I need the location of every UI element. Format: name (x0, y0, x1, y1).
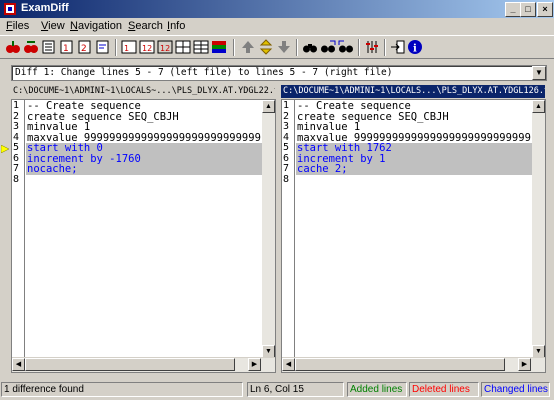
right-file-path: C:\DOCUME~1\ADMINI~1\LOCALS...\PLS_DLYX.… (281, 85, 545, 98)
view-both-icon[interactable]: 12 (157, 39, 173, 55)
code-line: -- Create sequence (27, 100, 141, 112)
menu-files[interactable]: Files (6, 20, 29, 32)
print-icon[interactable] (95, 39, 111, 55)
line-number: 3 (13, 121, 20, 132)
line-number: 5 (283, 142, 290, 153)
current-diff-marker-icon (1, 145, 9, 153)
view-left-icon[interactable]: 1 (121, 39, 137, 55)
svg-text:1: 1 (124, 44, 129, 53)
first-diff-icon[interactable] (240, 39, 256, 55)
close-button[interactable]: × (537, 2, 553, 17)
svg-text:12: 12 (142, 44, 152, 53)
changed-line: start with 1762 (296, 143, 532, 154)
left-pane[interactable]: 12345678 -- Create sequence create sequen… (11, 99, 276, 373)
next-diff-icon[interactable] (276, 39, 292, 55)
recompare-icon[interactable] (41, 39, 57, 55)
compare-icon[interactable] (23, 39, 39, 55)
right-line-numbers: 12345678 (282, 100, 295, 358)
cursor-position: Ln 6, Col 15 (247, 382, 344, 397)
menu-info[interactable]: Info (167, 20, 185, 32)
menu-bar: Files View Navigation Search Info (0, 18, 554, 35)
options-icon[interactable] (364, 39, 380, 55)
menu-search[interactable]: Search (128, 20, 163, 32)
save-icon[interactable]: 1 (59, 39, 75, 55)
line-number: 1 (13, 100, 20, 111)
find-icon[interactable] (302, 39, 318, 55)
minimize-button[interactable]: _ (505, 2, 521, 17)
line-number: 3 (283, 121, 290, 132)
left-file-path: C:\DOCUME~1\ADMINI~1\LOCALS~...\PLS_DLYX… (11, 85, 275, 98)
toolbar-separator (384, 39, 386, 56)
edit-icon[interactable]: 2 (77, 39, 93, 55)
scroll-right-button[interactable]: ▶ (248, 358, 261, 371)
diff-selector-value: Diff 1: Change lines 5 - 7 (left file) t… (15, 67, 393, 78)
line-number: 5 (13, 142, 20, 153)
line-number: 7 (283, 163, 290, 174)
changed-line: cache 2; (296, 164, 532, 175)
toolbar-separator (296, 39, 298, 56)
left-horizontal-scroll-thumb[interactable] (25, 358, 235, 371)
left-line-numbers: 12345678 (12, 100, 25, 358)
right-pane[interactable]: 12345678 -- Create sequence create sequen… (281, 99, 546, 373)
changed-line: start with 0 (26, 143, 262, 154)
legend-changed-lines: Changed lines (481, 382, 550, 397)
left-text-area[interactable]: -- Create sequence create sequence SEQ_CB… (26, 100, 262, 358)
toolbar-separator (233, 39, 235, 56)
title-bar[interactable]: ExamDiff _ □ × (0, 0, 554, 18)
svg-text:2: 2 (81, 44, 87, 54)
menu-view[interactable]: View (41, 20, 65, 32)
scroll-left-button[interactable]: ◀ (282, 358, 295, 371)
find-next-icon[interactable] (320, 39, 336, 55)
diff-selector[interactable]: Diff 1: Change lines 5 - 7 (left file) t… (11, 65, 547, 81)
right-horizontal-scrollbar[interactable]: ◀ ▶ (282, 357, 545, 372)
scroll-up-button[interactable]: ▲ (262, 100, 275, 113)
exit-icon[interactable] (390, 39, 406, 55)
toolbar-separator (115, 39, 117, 56)
code-line: minvalue 1 (297, 121, 361, 133)
scroll-left-button[interactable]: ◀ (12, 358, 25, 371)
right-vertical-scrollbar[interactable]: ▲ ▼ (532, 100, 545, 358)
view-right-icon[interactable]: 12 (139, 39, 155, 55)
left-vertical-scrollbar[interactable]: ▲ ▼ (262, 100, 275, 358)
scroll-right-button[interactable]: ▶ (518, 358, 531, 371)
status-bar: 1 difference found Ln 6, Col 15 Added li… (0, 380, 554, 400)
svg-text:12: 12 (160, 44, 170, 53)
chevron-down-icon[interactable]: ▼ (532, 66, 546, 80)
right-text-area[interactable]: -- Create sequence create sequence SEQ_CB… (296, 100, 532, 358)
open-files-icon[interactable] (5, 39, 21, 55)
changed-line: nocache; (26, 164, 262, 175)
scroll-up-button[interactable]: ▲ (532, 100, 545, 113)
line-number: 8 (13, 173, 20, 185)
split-vertical-icon[interactable] (175, 39, 191, 55)
legend-deleted-lines: Deleted lines (409, 382, 479, 397)
toolbar: 1 2 1 12 12 i (0, 35, 554, 59)
left-horizontal-scrollbar[interactable]: ◀ ▶ (12, 357, 275, 372)
code-line: -- Create sequence (297, 100, 411, 112)
line-number: 7 (13, 163, 20, 174)
status-message: 1 difference found (1, 382, 243, 397)
toolbar-separator (358, 39, 360, 56)
window-title: ExamDiff (21, 2, 69, 14)
line-number: 1 (283, 100, 290, 111)
menu-navigation[interactable]: Navigation (70, 20, 122, 32)
code-line: minvalue 1 (27, 121, 91, 133)
legend-added-lines: Added lines (347, 382, 407, 397)
line-number: 8 (283, 173, 290, 185)
current-diff-icon[interactable] (258, 39, 274, 55)
right-horizontal-scroll-thumb[interactable] (295, 358, 505, 371)
find-prev-icon[interactable] (338, 39, 354, 55)
app-icon (4, 3, 16, 15)
color-icon[interactable] (211, 39, 227, 55)
maximize-button[interactable]: □ (520, 2, 536, 17)
about-icon[interactable]: i (407, 39, 423, 55)
svg-text:i: i (413, 44, 417, 55)
svg-text:1: 1 (63, 44, 69, 54)
split-horizontal-icon[interactable] (193, 39, 209, 55)
